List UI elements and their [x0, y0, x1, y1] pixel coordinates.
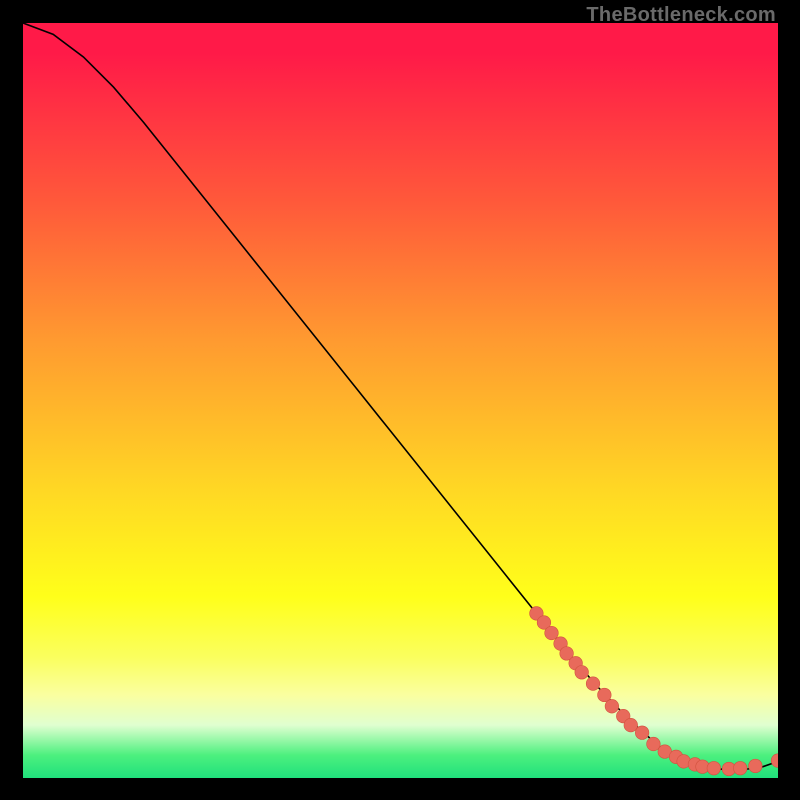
data-marker	[598, 688, 612, 702]
chart-stage: TheBottleneck.com	[0, 0, 800, 800]
data-marker	[707, 761, 721, 775]
plot-area	[23, 23, 778, 778]
watermark-text: TheBottleneck.com	[586, 4, 776, 27]
data-markers	[530, 607, 778, 776]
data-marker	[771, 754, 778, 768]
data-marker	[733, 761, 747, 775]
data-marker	[647, 737, 661, 751]
data-marker	[749, 759, 763, 773]
data-marker	[575, 666, 589, 680]
data-marker	[624, 718, 638, 732]
data-marker	[635, 726, 649, 740]
bottleneck-curve	[23, 23, 778, 770]
chart-svg	[23, 23, 778, 778]
data-marker	[586, 677, 600, 691]
data-marker	[545, 626, 559, 640]
data-marker	[605, 699, 619, 713]
